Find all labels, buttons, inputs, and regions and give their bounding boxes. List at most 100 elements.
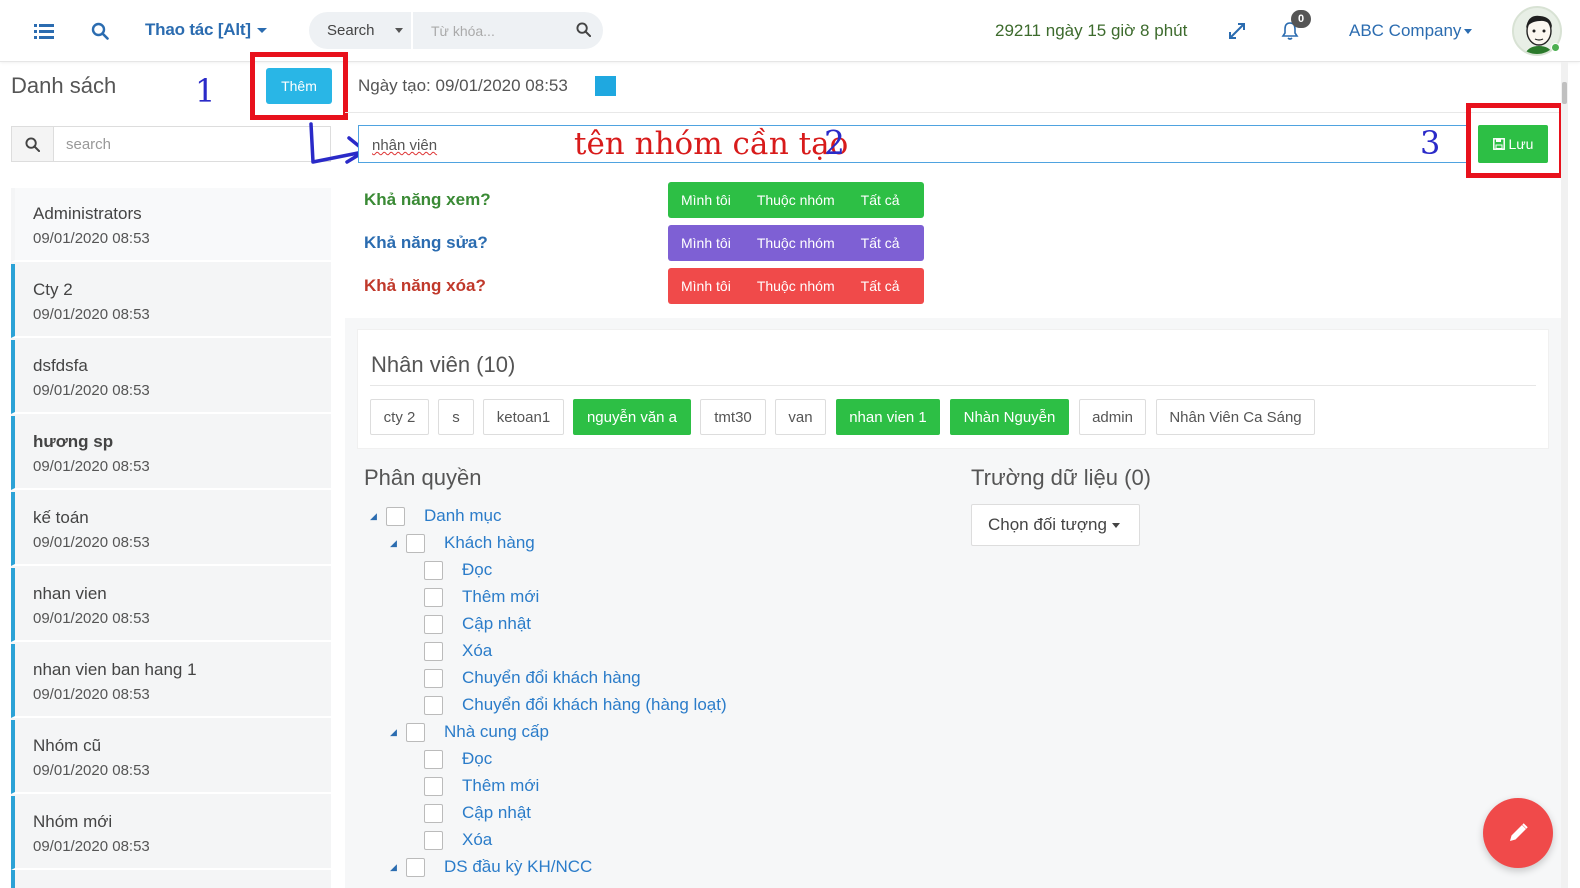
tree-checkbox[interactable]	[424, 776, 443, 796]
list-item-name: dsfdsfa	[33, 356, 88, 375]
tree-checkbox[interactable]	[406, 533, 425, 553]
tree-node[interactable]: Đọc	[424, 748, 492, 770]
list-item[interactable]: Nhóm mới 09/01/2020 08:53	[11, 796, 331, 870]
permissions-title: Phân quyền	[364, 465, 482, 490]
list-item[interactable]: hương sp 09/01/2020 08:53	[11, 416, 331, 490]
group-color-swatch[interactable]	[595, 76, 616, 96]
delete-own-option[interactable]: Mình tôi	[668, 278, 744, 294]
list-item[interactable]: Administrators 09/01/2020 08:53	[11, 188, 331, 262]
tree-checkbox[interactable]	[424, 641, 443, 661]
tree-checkbox[interactable]	[424, 587, 443, 607]
expand-arrows-icon[interactable]	[1225, 19, 1249, 43]
tree-node[interactable]: ◢ DS đầu kỳ KH/NCC	[390, 856, 592, 878]
employee-tag[interactable]: cty 2	[370, 399, 429, 435]
employee-tag[interactable]: van	[775, 399, 826, 435]
tree-checkbox[interactable]	[424, 803, 443, 823]
tree-label: Đọc	[462, 749, 493, 768]
company-dropdown[interactable]: ABC Company	[1349, 21, 1473, 41]
employee-tag-selected[interactable]: Nhàn Nguyễn	[950, 399, 1069, 435]
tree-node[interactable]: ◢ Khách hàng	[390, 532, 535, 554]
tree-label: Xóa	[462, 830, 493, 849]
save-button[interactable]: Lưu	[1478, 125, 1548, 163]
view-group-option[interactable]: Thuộc nhóm	[744, 192, 848, 208]
triangle-down-icon[interactable]: ◢	[390, 727, 400, 737]
magnifier-icon[interactable]	[88, 19, 112, 43]
add-button[interactable]: Thêm	[266, 68, 332, 104]
save-label: Lưu	[1508, 136, 1534, 152]
tree-checkbox[interactable]	[424, 668, 443, 688]
tree-node[interactable]: Xóa	[424, 640, 492, 662]
tree-node[interactable]: Cập nhật	[424, 802, 531, 824]
tree-node[interactable]: Thêm mới	[424, 775, 539, 797]
employee-tag-selected[interactable]: nhan vien 1	[836, 399, 940, 435]
list-item-name: hương sp	[33, 432, 114, 451]
tree-node[interactable]: ◢ Nhà cung cấp	[390, 721, 549, 743]
tree-node[interactable]: Xóa	[424, 829, 492, 851]
tree-node[interactable]: Đọc	[424, 559, 492, 581]
tree-checkbox[interactable]	[406, 722, 425, 742]
tree-checkbox[interactable]	[386, 506, 405, 526]
view-all-option[interactable]: Tất cả	[848, 192, 913, 208]
tree-node[interactable]: Thêm mới	[424, 586, 539, 608]
tree-label: DS đầu kỳ KH/NCC	[444, 857, 593, 876]
actions-dropdown-label: Thao tác [Alt]	[145, 20, 251, 39]
delete-group-option[interactable]: Thuộc nhóm	[744, 278, 848, 294]
tree-node[interactable]: ◢ Danh mục	[370, 505, 501, 527]
edit-all-option[interactable]: Tất cả	[848, 235, 913, 251]
employees-title: Nhân viên (10)	[371, 352, 516, 377]
list-item[interactable]: Nhóm cũ 09/01/2020 08:53	[11, 720, 331, 794]
tree-node[interactable]: Cập nhật	[424, 613, 531, 635]
list-item[interactable]: kế toán 09/01/2020 08:53	[11, 492, 331, 566]
page-scrollbar[interactable]	[1561, 62, 1568, 888]
group-name-input[interactable]: nhân viên tên nhóm cần tạo	[358, 125, 1468, 163]
list-menu-icon[interactable]	[32, 19, 56, 43]
triangle-down-icon[interactable]: ◢	[390, 538, 400, 548]
tree-checkbox[interactable]	[424, 614, 443, 634]
tree-label: Thêm mới	[462, 587, 540, 606]
list-item-name: nhan vien ban hang 1	[33, 660, 197, 679]
employee-tag[interactable]: ketoan1	[483, 399, 564, 435]
list-item[interactable]: dsfdsfa 09/01/2020 08:53	[11, 340, 331, 414]
list-item-date: 09/01/2020 08:53	[33, 306, 150, 323]
tree-checkbox[interactable]	[424, 695, 443, 715]
triangle-down-icon[interactable]: ◢	[390, 862, 400, 872]
edit-fab-button[interactable]	[1483, 798, 1553, 868]
tree-checkbox[interactable]	[424, 560, 443, 580]
employee-tag-selected[interactable]: nguyễn văn a	[573, 399, 691, 435]
tree-checkbox[interactable]	[424, 830, 443, 850]
triangle-down-icon[interactable]: ◢	[370, 511, 380, 521]
search-icon[interactable]	[576, 22, 592, 40]
left-search-input[interactable]: search	[11, 126, 331, 162]
tree-node[interactable]: Chuyển đổi khách hàng	[424, 667, 641, 689]
annotation-step-3: 3	[1420, 124, 1441, 162]
keyword-input[interactable]: Từ khóa...	[413, 12, 603, 49]
delete-all-option[interactable]: Tất cả	[848, 278, 913, 294]
scrollbar-thumb[interactable]	[1562, 82, 1567, 104]
tree-node[interactable]: Chuyển đổi khách hàng (hàng loạt)	[424, 694, 727, 716]
edit-group-option[interactable]: Thuộc nhóm	[744, 235, 848, 251]
employee-tag[interactable]: tmt30	[700, 399, 766, 435]
tree-checkbox[interactable]	[424, 749, 443, 769]
view-own-option[interactable]: Mình tôi	[668, 192, 744, 208]
actions-dropdown[interactable]: Thao tác [Alt]	[145, 20, 267, 40]
choose-object-dropdown[interactable]: Chọn đối tượng	[971, 504, 1140, 546]
list-item[interactable]: nhan vien ban hang 1 09/01/2020 08:53	[11, 644, 331, 718]
tree-checkbox[interactable]	[406, 857, 425, 877]
floppy-icon	[1492, 138, 1505, 150]
employee-tag[interactable]: Nhân Viên Ca Sáng	[1156, 399, 1315, 435]
tree-label: Chuyển đổi khách hàng (hàng loạt)	[462, 695, 727, 714]
tree-label: Xóa	[462, 641, 493, 660]
list-item[interactable]: Cty 2 09/01/2020 08:53	[11, 264, 331, 338]
view-permission-label: Khả năng xem?	[364, 190, 491, 209]
list-item-name: Nhóm cũ	[33, 736, 102, 755]
tree-label: Chuyển đổi khách hàng	[462, 668, 641, 687]
group-name-value: nhân viên	[372, 137, 438, 154]
fields-title: Trường dữ liệu (0)	[971, 465, 1152, 490]
edit-own-option[interactable]: Mình tôi	[668, 235, 744, 251]
employee-tag[interactable]: s	[438, 399, 474, 435]
tree-label: Danh mục	[424, 506, 502, 525]
employee-tag[interactable]: admin	[1079, 399, 1146, 435]
search-icon	[12, 127, 54, 161]
list-item[interactable]: nhan vien 09/01/2020 08:53	[11, 568, 331, 642]
search-type-select[interactable]: Search	[309, 12, 413, 49]
